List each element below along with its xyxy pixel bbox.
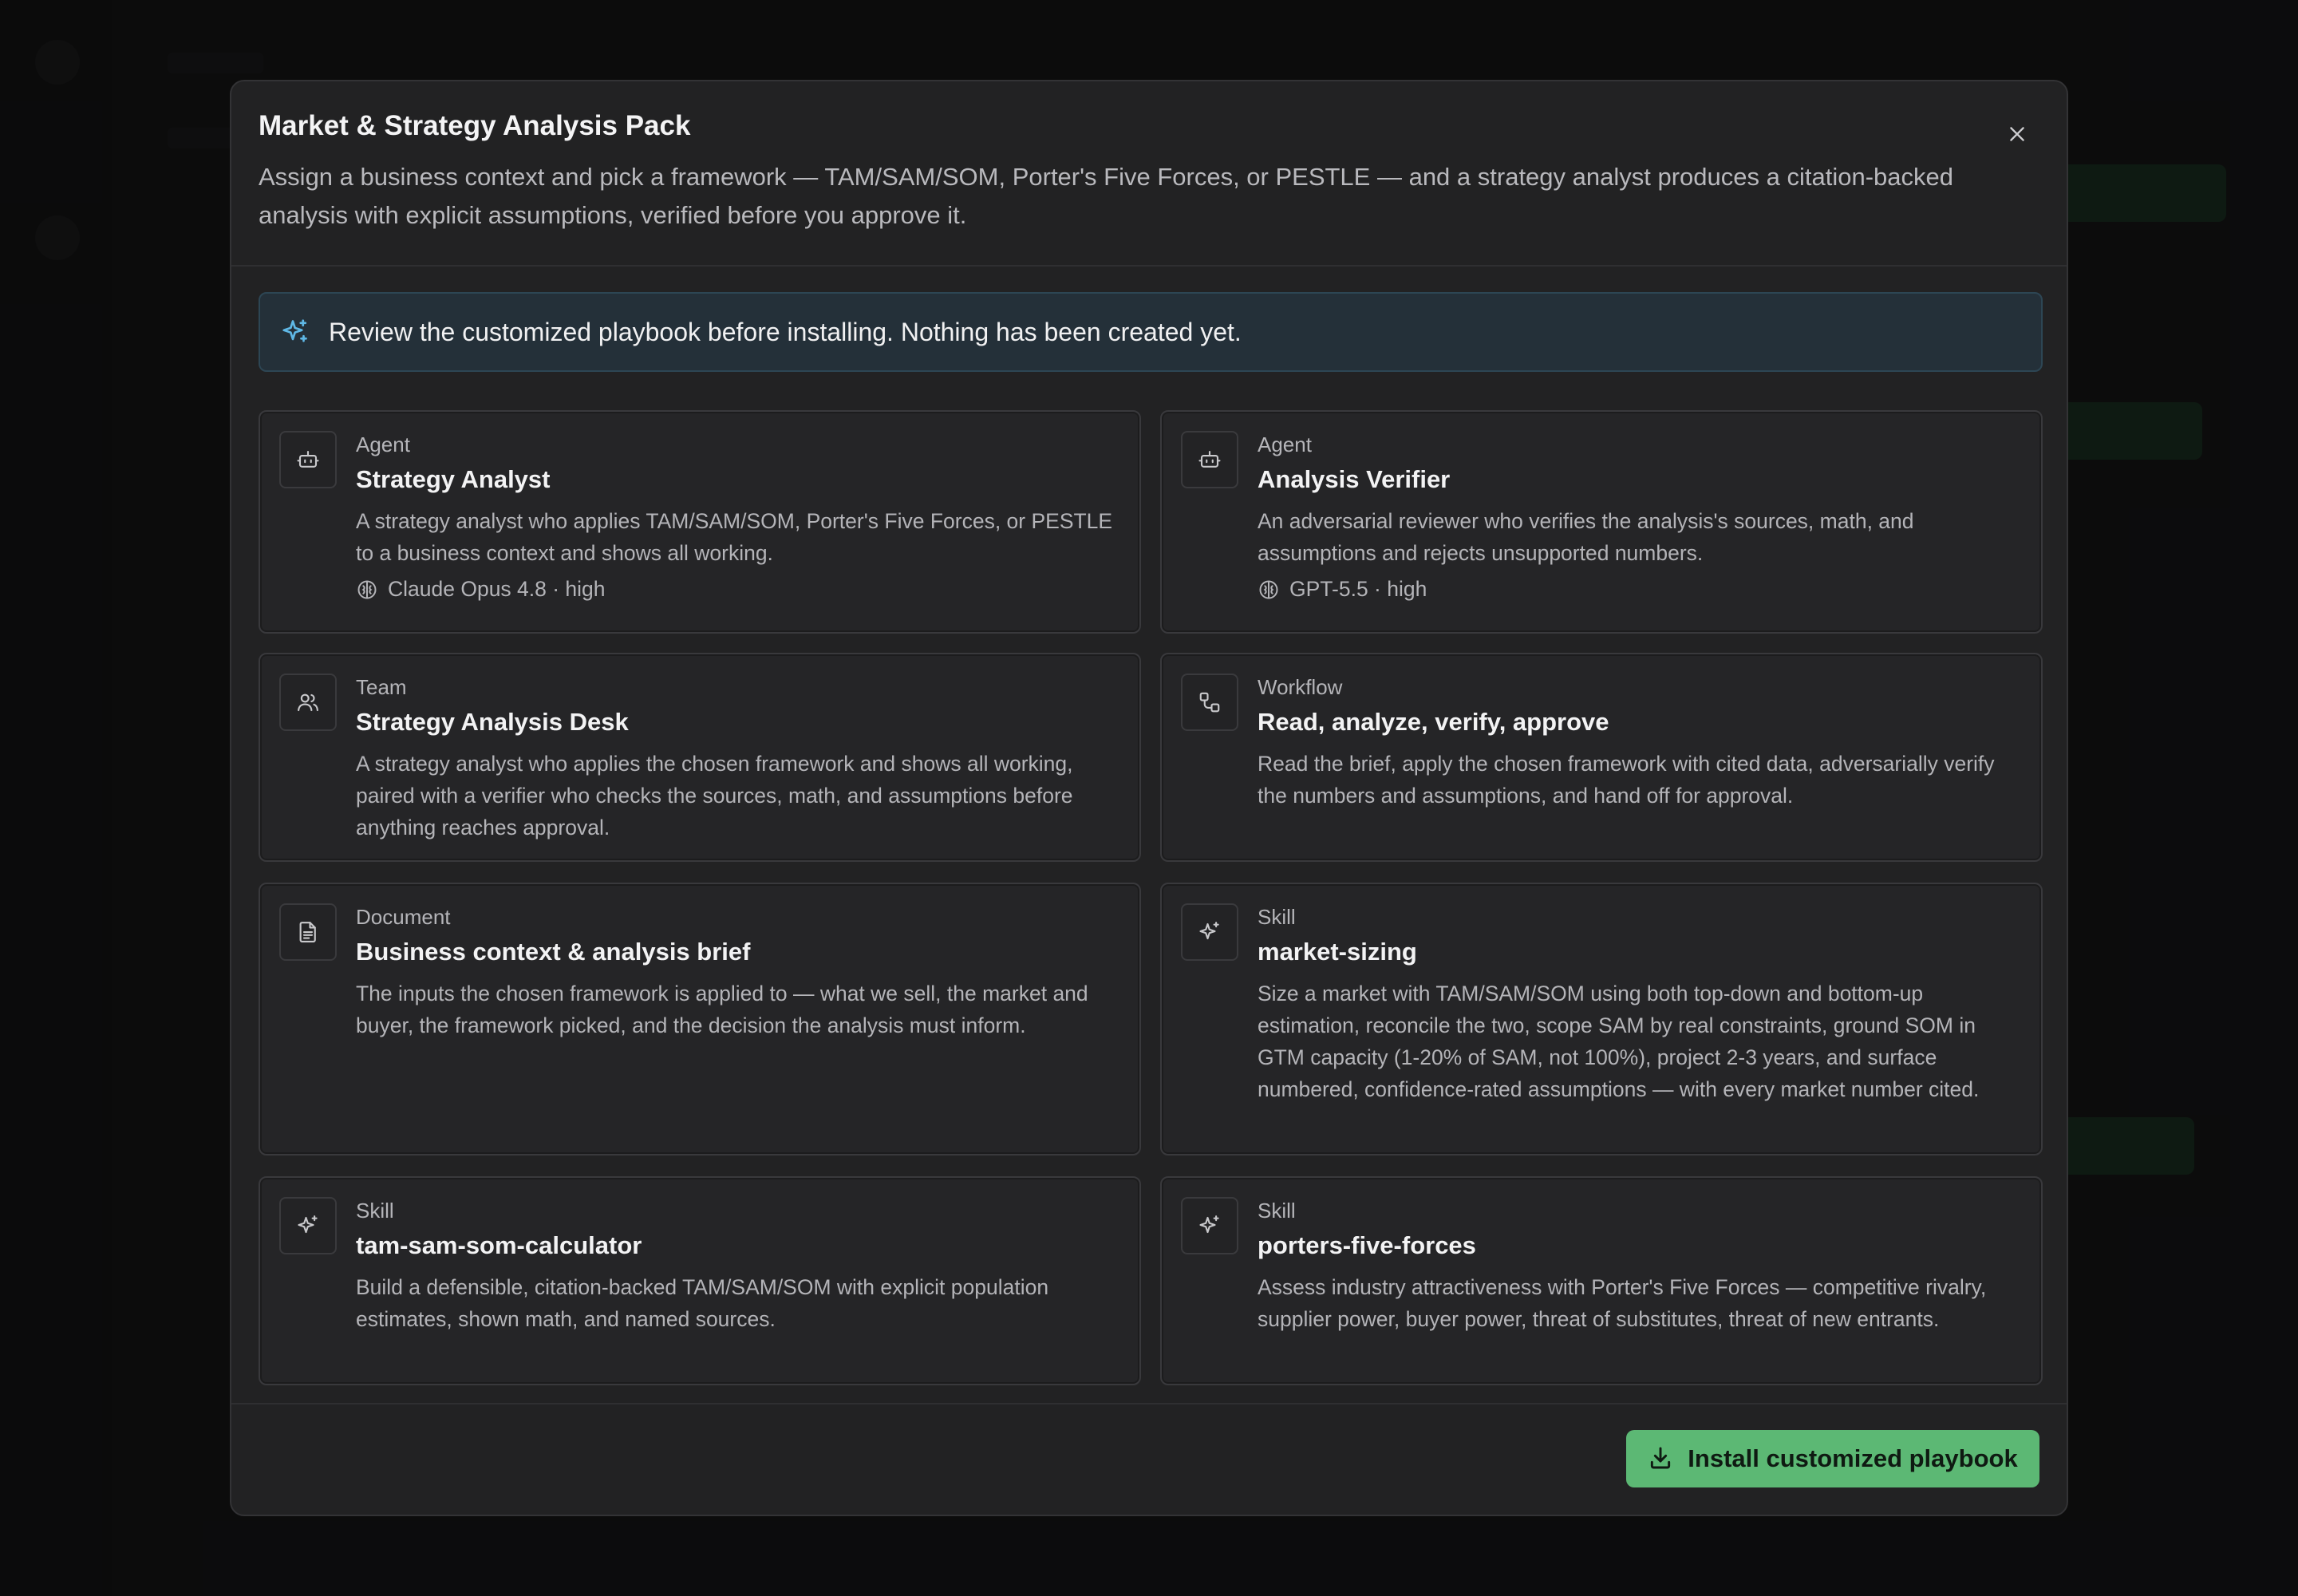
item-model: GPT-5.5 · high: [1258, 577, 2022, 602]
close-button[interactable]: [2000, 117, 2035, 152]
item-title: Analysis Verifier: [1258, 465, 1451, 493]
item-description: A strategy analyst who applies the chose…: [356, 752, 1073, 839]
modal-subtitle: Assign a business context and pick a fra…: [259, 163, 1953, 229]
item-card-business-context-brief[interactable]: Document Business context & analysis bri…: [259, 883, 1141, 1156]
sparkles-icon: [1181, 903, 1238, 961]
item-title: Business context & analysis brief: [356, 938, 751, 966]
install-button-label: Install customized playbook: [1688, 1444, 2018, 1472]
notice-text: Review the customized playbook before in…: [329, 317, 1242, 346]
item-title: Read, analyze, verify, approve: [1258, 708, 1609, 736]
item-kind: Workflow: [1258, 675, 1343, 699]
item-kind: Agent: [356, 433, 410, 456]
x-icon: [2007, 124, 2028, 144]
item-title: market-sizing: [1258, 938, 1417, 966]
modal-header: Market & Strategy Analysis Pack Assign a…: [231, 81, 2067, 267]
item-card-analysis-verifier[interactable]: Agent Analysis Verifier An adversarial r…: [1160, 410, 2043, 634]
document-icon: [279, 903, 337, 961]
item-description: The inputs the chosen framework is appli…: [356, 982, 1088, 1037]
workflow-icon: [1181, 674, 1238, 731]
item-description: Build a defensible, citation-backed TAM/…: [356, 1275, 1049, 1331]
download-icon: [1648, 1445, 1675, 1472]
item-title: porters-five-forces: [1258, 1231, 1476, 1259]
item-card-strategy-analysis-desk[interactable]: Team Strategy Analysis Desk A strategy a…: [259, 653, 1141, 862]
item-title: tam-sam-som-calculator: [356, 1231, 642, 1259]
bot-icon: [279, 431, 337, 488]
review-notice: Review the customized playbook before in…: [259, 292, 2043, 372]
item-kind: Skill: [1258, 1199, 1296, 1223]
item-description: A strategy analyst who applies TAM/SAM/S…: [356, 509, 1113, 565]
item-card-porters-five-forces[interactable]: Skill porters-five-forces Assess industr…: [1160, 1176, 2043, 1385]
item-kind: Skill: [356, 1199, 394, 1223]
item-card-strategy-analyst[interactable]: Agent Strategy Analyst A strategy analys…: [259, 410, 1141, 634]
item-card-read-analyze-verify-approve[interactable]: Workflow Read, analyze, verify, approve …: [1160, 653, 2043, 862]
modal-title: Market & Strategy Analysis Pack: [259, 110, 691, 141]
item-model: Claude Opus 4.8 · high: [356, 577, 1120, 602]
item-description: An adversarial reviewer who verifies the…: [1258, 509, 1914, 565]
item-title: Strategy Analyst: [356, 465, 551, 493]
bot-icon: [1181, 431, 1238, 488]
sparkles-icon: [279, 1197, 337, 1254]
item-card-tam-sam-som-calculator[interactable]: Skill tam-sam-som-calculator Build a def…: [259, 1176, 1141, 1385]
modal-footer: Install customized playbook: [231, 1403, 2067, 1515]
item-card-market-sizing[interactable]: Skill market-sizing Size a market with T…: [1160, 883, 2043, 1156]
item-kind: Document: [356, 905, 451, 929]
item-title: Strategy Analysis Desk: [356, 708, 629, 736]
brain-icon: [1258, 579, 1280, 601]
brain-icon: [356, 579, 378, 601]
playbook-modal: Market & Strategy Analysis Pack Assign a…: [230, 80, 2068, 1516]
model-label: Claude Opus 4.8 · high: [388, 577, 606, 601]
sparkles-icon: [1181, 1197, 1238, 1254]
install-playbook-button[interactable]: Install customized playbook: [1626, 1430, 2039, 1487]
item-description: Read the brief, apply the chosen framewo…: [1258, 752, 1995, 808]
item-kind: Team: [356, 675, 407, 699]
users-icon: [279, 674, 337, 731]
item-kind: Agent: [1258, 433, 1312, 456]
sparkles-icon: [281, 317, 311, 347]
item-description: Size a market with TAM/SAM/SOM using bot…: [1258, 982, 1980, 1101]
item-description: Assess industry attractiveness with Port…: [1258, 1275, 1987, 1331]
model-label: GPT-5.5 · high: [1289, 577, 1427, 601]
item-kind: Skill: [1258, 905, 1296, 929]
